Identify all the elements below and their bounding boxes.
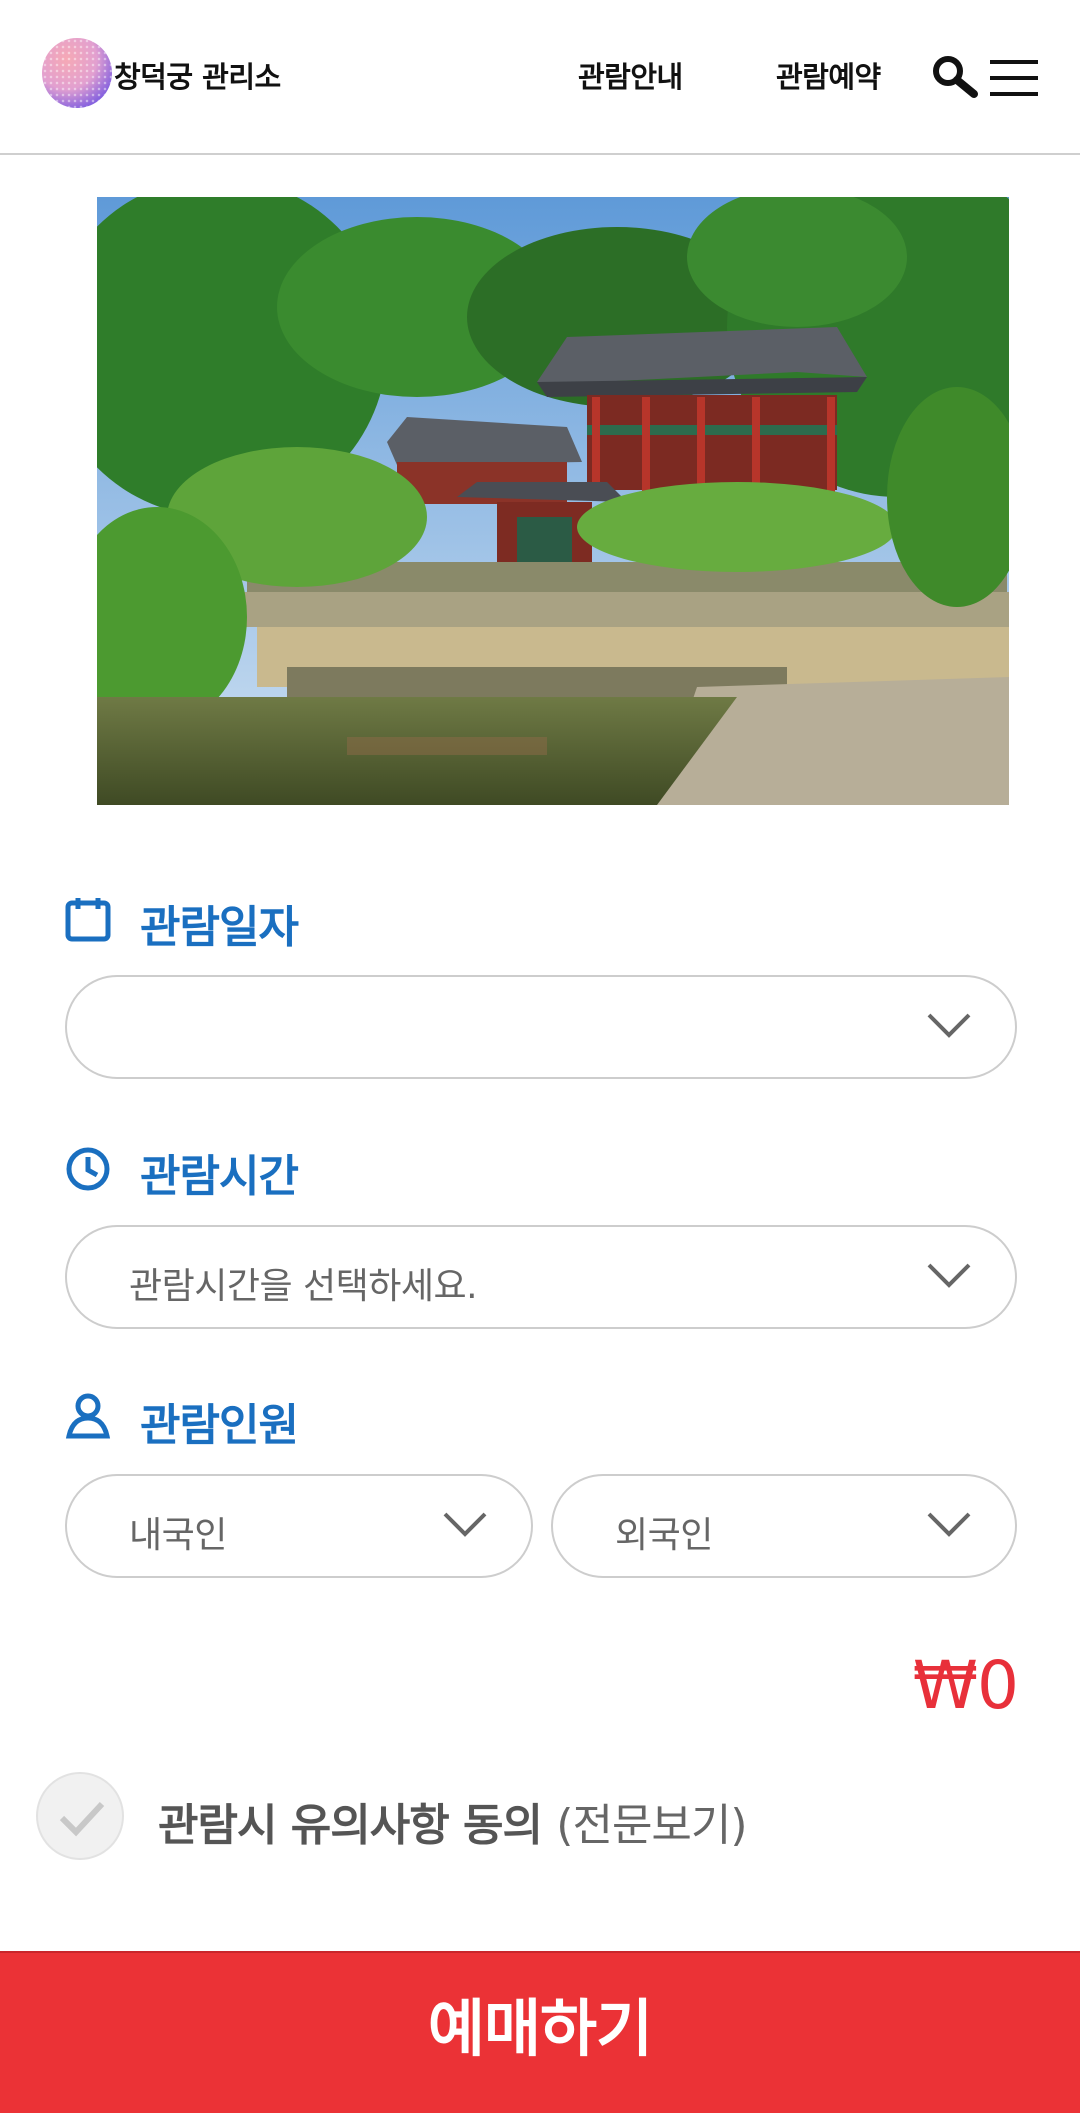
foreign-placeholder: 외국인 (615, 1515, 713, 1556)
hamburger-menu-icon[interactable] (990, 58, 1038, 98)
chevron-down-icon (927, 1013, 971, 1038)
time-label: 관람시간 (140, 1151, 299, 1202)
calendar-icon (65, 898, 111, 942)
view-full-terms-link[interactable]: (전문보기) (556, 1800, 747, 1851)
date-select[interactable] (65, 975, 1017, 1079)
people-label: 관람인원 (140, 1400, 299, 1451)
domestic-select[interactable]: 내국인 (65, 1474, 533, 1578)
clock-icon (66, 1147, 110, 1191)
palace-photo (97, 197, 1009, 805)
date-label: 관람일자 (140, 902, 299, 953)
agree-checkbox[interactable] (36, 1772, 124, 1860)
chevron-down-icon (927, 1512, 971, 1537)
time-select[interactable]: 관람시간을 선택하세요. (65, 1225, 1017, 1329)
agree-label[interactable]: 관람시 유의사항 동의 (전문보기) (158, 1789, 748, 1853)
check-icon (59, 1801, 105, 1837)
nav-item-visit-guide[interactable]: 관람안내 (578, 54, 683, 96)
brand-title[interactable]: 창덕궁 관리소 (114, 54, 281, 96)
chevron-down-icon (927, 1263, 971, 1288)
domestic-placeholder: 내국인 (129, 1515, 227, 1556)
chevron-down-icon (443, 1512, 487, 1537)
total-price: ₩0 (912, 1647, 1019, 1724)
app-header: 창덕궁 관리소 관람안내 관람예약 (0, 0, 1080, 155)
search-icon[interactable] (930, 54, 978, 100)
nav-item-reservation[interactable]: 관람예약 (776, 54, 881, 96)
time-placeholder: 관람시간을 선택하세요. (129, 1266, 478, 1307)
book-button[interactable]: 예매하기 (0, 1951, 1080, 2113)
person-icon (65, 1393, 111, 1439)
logo-icon[interactable] (42, 38, 112, 108)
agree-text: 관람시 유의사항 동의 (158, 1800, 543, 1851)
foreign-select[interactable]: 외국인 (551, 1474, 1017, 1578)
